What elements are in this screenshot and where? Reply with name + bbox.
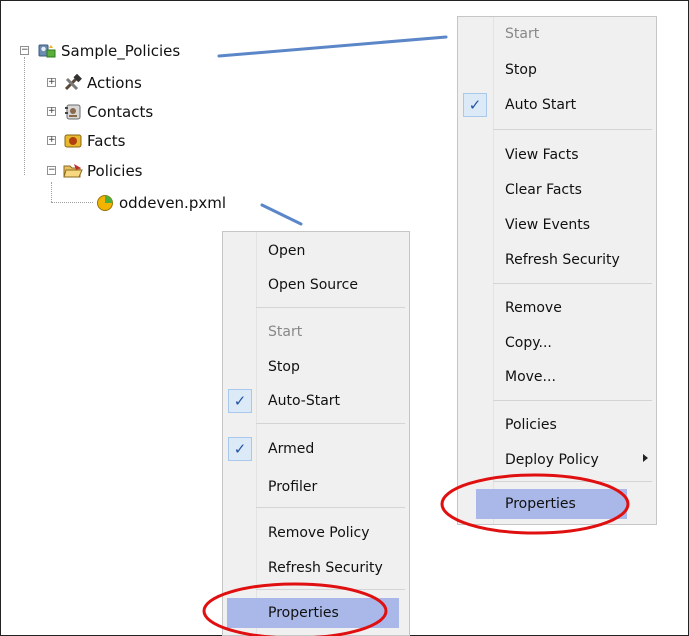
highlight-ring [202, 582, 388, 636]
connector-line [217, 35, 448, 58]
annotation-overlay [202, 35, 630, 636]
connector-line [260, 203, 303, 226]
highlight-ring [440, 473, 630, 535]
